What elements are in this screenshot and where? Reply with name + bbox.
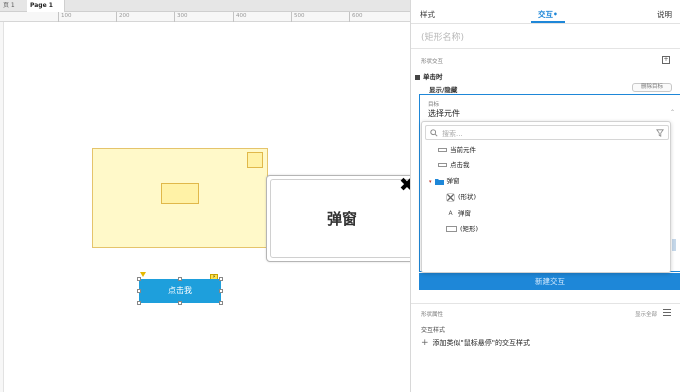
ruler-label: 100: [58, 12, 72, 22]
collapse-icon[interactable]: [415, 74, 420, 80]
delete-target-button[interactable]: 删除目标: [632, 83, 672, 92]
search-icon: [430, 129, 438, 137]
tab-page-1[interactable]: Page 1 ×: [27, 0, 65, 21]
action-label[interactable]: 显示/隐藏: [429, 84, 457, 94]
section-title: 形状交互: [421, 59, 444, 65]
new-interaction-button[interactable]: 新建交互: [419, 273, 680, 290]
ruler-label: 600: [349, 12, 363, 22]
click-me-button[interactable]: 点击我: [139, 279, 221, 303]
ruler-label: 500: [291, 12, 305, 22]
chevron-up-icon[interactable]: ⌃: [670, 109, 675, 116]
resize-handle[interactable]: [137, 301, 141, 305]
resize-handle[interactable]: [219, 289, 223, 293]
list-item-popup-group[interactable]: ▾ 弹窗: [429, 176, 460, 187]
ruler-label: 300: [174, 12, 188, 22]
list-item-label: (矩形): [460, 225, 479, 233]
plus-icon: +: [421, 338, 429, 348]
yellow-inner-rectangle[interactable]: [161, 183, 199, 204]
tab-divider: [411, 23, 680, 24]
list-item-shape[interactable]: (形状): [446, 192, 476, 203]
expand-arrow-icon[interactable]: ▾: [429, 179, 432, 185]
resize-handle[interactable]: [219, 301, 223, 305]
resize-handle[interactable]: [137, 277, 141, 281]
list-item-label: 弹窗: [458, 209, 471, 218]
tab-page-prev[interactable]: 页 1 ×: [0, 0, 27, 21]
search-placeholder: 搜索...: [442, 130, 463, 138]
list-item-popup-text[interactable]: A 弹窗: [446, 208, 471, 219]
resize-handle[interactable]: [137, 289, 141, 293]
list-item-label: 点击我: [450, 161, 470, 169]
search-input[interactable]: 搜索...: [425, 125, 669, 140]
list-item-current-widget[interactable]: 当前元件: [438, 145, 476, 156]
vertical-ruler: [0, 22, 4, 392]
tab-interaction[interactable]: 交互•: [538, 9, 558, 20]
tab-interaction-label: 交互: [538, 10, 553, 19]
ruler-label: 200: [116, 12, 130, 22]
target-label: 目标: [428, 102, 440, 108]
popup-dialog[interactable]: 弹窗: [266, 175, 418, 262]
tab-style[interactable]: 样式: [420, 9, 435, 20]
resize-handle[interactable]: [178, 277, 182, 281]
divider: [411, 48, 680, 49]
add-style-text: 添加类似"鼠标悬停"的交互样式: [432, 339, 530, 347]
folder-icon: [434, 178, 444, 185]
tab-label: Page 1: [30, 2, 53, 9]
show-all-link[interactable]: 显示全部: [635, 310, 657, 318]
event-label[interactable]: 单击时: [415, 71, 443, 81]
rectangle-icon: [446, 226, 457, 232]
yellow-small-square[interactable]: [247, 152, 263, 168]
horizontal-ruler: 100 200 300 400 500 600: [0, 12, 410, 22]
tab-dot: •: [553, 10, 558, 19]
widget-icon: [438, 148, 447, 152]
shape-name-field[interactable]: (矩形名称): [421, 30, 464, 43]
active-tab-indicator: [531, 21, 565, 23]
shape-properties-label: 形状属性: [421, 312, 444, 318]
scrollbar[interactable]: [672, 239, 676, 251]
tab-notes[interactable]: 说明: [657, 9, 672, 20]
widget-icon: [438, 163, 447, 167]
shape-x-icon: [446, 192, 455, 202]
list-icon[interactable]: [663, 309, 671, 316]
list-item-label: 当前元件: [450, 146, 476, 154]
page-tab-bar: 页 1 × Page 1 ×: [0, 0, 410, 21]
app-root: 页 1 × Page 1 × 100 200 300 400 500 600 弹…: [0, 0, 680, 392]
text-a-icon: A: [448, 210, 453, 217]
target-dropdown: 搜索... 当前元件 点击我 ▾ 弹窗 (形状) A 弹窗 (矩形): [421, 121, 671, 273]
popup-title: 弹窗: [270, 179, 414, 258]
list-item-label: 弹窗: [446, 177, 460, 185]
add-interaction-icon[interactable]: +: [662, 56, 670, 64]
resize-handle[interactable]: [219, 277, 223, 281]
list-item-rectangle[interactable]: (矩形): [446, 224, 478, 235]
ruler-label: 400: [233, 12, 247, 22]
list-item-click-me[interactable]: 点击我: [438, 160, 470, 171]
divider: [411, 303, 680, 304]
tab-label: 页 1: [3, 2, 15, 9]
event-text: 单击时: [423, 73, 443, 81]
interaction-style-label: 交互样式: [421, 327, 446, 334]
list-item-label: (形状): [458, 193, 477, 201]
resize-handle[interactable]: [178, 301, 182, 305]
target-select[interactable]: 选择元件: [428, 108, 460, 119]
filter-icon[interactable]: [656, 129, 664, 137]
add-interaction-style-link[interactable]: + 添加类似"鼠标悬停"的交互样式: [421, 338, 530, 348]
